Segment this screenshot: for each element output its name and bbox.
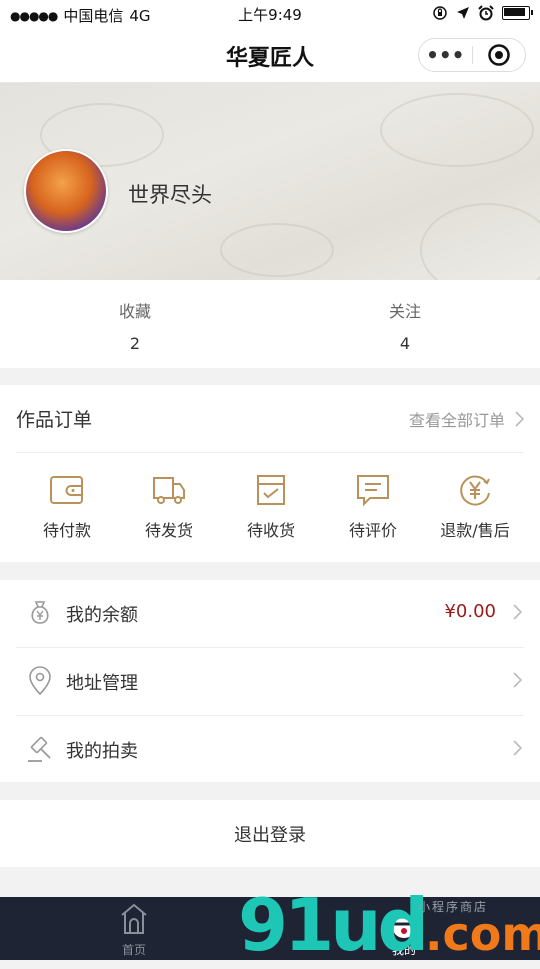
comment-icon (357, 475, 389, 507)
orders-header: 作品订单 查看全部订单 (16, 385, 524, 453)
status-bar: ●●●●● 中国电信 4G 上午9:49 (0, 0, 540, 28)
watermark-logo: 91ud.com (238, 889, 540, 969)
menu-item-address[interactable]: 地址管理 (16, 648, 524, 716)
view-all-orders-label: 查看全部订单 (408, 411, 505, 430)
chevron-right-icon (513, 604, 522, 620)
tab-label: 首页 (121, 943, 146, 957)
stat-following[interactable]: 关注 4 (270, 280, 540, 368)
menu-item-label: 我的余额 (66, 605, 138, 626)
order-item-label: 待付款 (42, 521, 91, 540)
location-pin-icon (29, 666, 51, 696)
wallet-icon (50, 476, 83, 504)
receive-box-icon (257, 475, 285, 505)
menu-item-balance[interactable]: 我的余额 ¥0.00 (16, 580, 524, 648)
logout-label: 退出登录 (234, 825, 306, 846)
balance-value: ¥0.00 (444, 601, 496, 622)
orders-title: 作品订单 (16, 409, 93, 431)
order-item-label: 退款/售后 (440, 521, 510, 540)
target-icon (488, 44, 510, 66)
cloud-decoration (380, 93, 534, 167)
orientation-lock-icon (433, 6, 447, 20)
stat-favorites[interactable]: 收藏 2 (0, 280, 270, 368)
order-item-label: 待评价 (348, 521, 397, 540)
watermark-caption: 小程序商店 (418, 900, 489, 914)
stat-value: 2 (129, 334, 141, 353)
nav-bar: 华夏匠人 ••• (0, 28, 540, 83)
battery-icon (502, 6, 533, 20)
order-item-label: 待发货 (144, 521, 193, 540)
delivery-truck-icon (153, 477, 185, 504)
menu-item-label: 地址管理 (66, 673, 138, 694)
close-miniprogram-button[interactable] (473, 43, 526, 67)
stats-row: 收藏 2 关注 4 (0, 280, 540, 368)
more-options-button[interactable]: ••• (419, 39, 472, 71)
stat-label: 收藏 (118, 302, 151, 321)
order-pending-review[interactable]: 待评价 (322, 459, 424, 541)
order-refund[interactable]: 退款/售后 (424, 459, 526, 541)
order-pending-receipt[interactable]: 待收货 (220, 459, 322, 541)
miniprogram-capsule: ••• (418, 38, 526, 72)
chevron-right-icon (513, 740, 522, 756)
view-all-orders-link[interactable]: 查看全部订单 (409, 407, 524, 431)
alarm-icon (478, 5, 494, 21)
chevron-right-icon (513, 672, 522, 688)
orders-card: 作品订单 查看全部订单 待付款 待发货 待收货 待评价 退款/售后 (0, 385, 540, 562)
tab-home[interactable]: 首页 (94, 897, 174, 960)
avatar[interactable] (24, 149, 108, 233)
chevron-right-icon (515, 411, 524, 427)
stat-label: 关注 (388, 302, 421, 321)
watermark-main: 91ud (238, 883, 429, 967)
order-item-label: 待收货 (246, 521, 295, 540)
cloud-decoration (420, 203, 540, 280)
location-arrow-icon (457, 7, 469, 19)
menu-item-auction[interactable]: 我的拍卖 (16, 716, 524, 783)
account-menu: 我的余额 ¥0.00 地址管理 我的拍卖 (0, 580, 540, 782)
cloud-decoration (220, 223, 334, 277)
auction-hammer-icon (28, 736, 51, 762)
money-bag-icon (31, 601, 49, 624)
logout-button[interactable]: 退出登录 (0, 800, 540, 867)
order-pending-shipment[interactable]: 待发货 (118, 459, 220, 541)
profile-banner: 世界尽头 (0, 83, 540, 280)
username: 世界尽头 (128, 183, 212, 207)
home-icon (121, 903, 147, 934)
stat-value: 4 (399, 334, 411, 353)
refund-yen-icon (460, 475, 490, 506)
order-status-row: 待付款 待发货 待收货 待评价 退款/售后 (0, 459, 540, 541)
order-pending-payment[interactable]: 待付款 (16, 459, 118, 541)
watermark-com: .com (425, 907, 540, 961)
menu-item-label: 我的拍卖 (66, 741, 138, 762)
